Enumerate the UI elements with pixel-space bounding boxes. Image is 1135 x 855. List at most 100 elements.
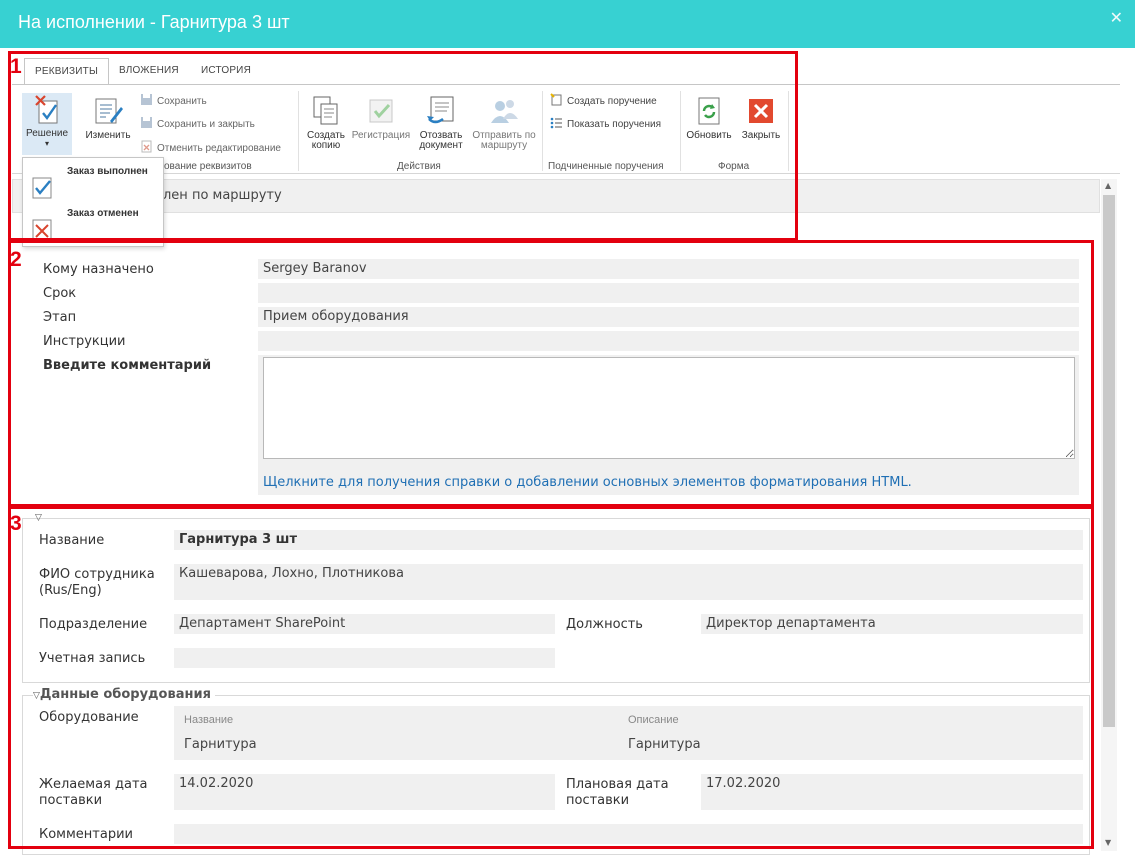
decision-dropdown: Заказ выполнен Заказ отменен xyxy=(22,157,164,247)
equipment-label: Оборудование xyxy=(39,710,139,725)
registration-label: Регистрация xyxy=(351,130,411,141)
cancel-edit-button[interactable]: Отменить редактирование xyxy=(140,140,281,154)
assigned-label: Кому назначено xyxy=(43,262,154,277)
save-label: Сохранить xyxy=(157,96,207,107)
ribbon: Решение ▾ Изменить Сохранить Сохранить и… xyxy=(12,84,1120,174)
order-done-label: Заказ выполнен xyxy=(67,166,148,177)
edit-label: Изменить xyxy=(85,130,131,141)
comment-area: Щелкните для получения справки о добавле… xyxy=(258,355,1079,495)
recall-label: Отозвать документ xyxy=(419,130,463,151)
employees-field: Кашеварова, Лохно, Плотникова xyxy=(174,564,1083,600)
position-field: Директор департамента xyxy=(701,614,1083,634)
desired-date-label: Желаемая дата поставки xyxy=(39,777,148,808)
create-copy-label: Создать копию xyxy=(306,130,345,151)
show-tasks-button[interactable]: Показать поручения xyxy=(550,116,661,130)
decision-label: Решение xyxy=(25,128,69,139)
cancel-edit-label: Отменить редактирование xyxy=(157,143,281,154)
name-field: Гарнитура 3 шт xyxy=(174,530,1083,550)
instructions-field xyxy=(258,331,1079,351)
comments-label: Комментарии xyxy=(39,827,133,842)
stage-field: Прием оборудования xyxy=(258,307,1079,327)
ribbon-separator xyxy=(542,91,543,171)
html-help-link[interactable]: Щелкните для получения справки о добавле… xyxy=(263,475,912,490)
department-label: Подразделение xyxy=(39,617,148,632)
check-icon xyxy=(32,177,52,199)
close-icon[interactable]: ✕ xyxy=(1110,8,1123,27)
scroll-up-icon[interactable]: ▲ xyxy=(1105,181,1111,190)
copy-icon xyxy=(313,96,338,125)
new-task-icon xyxy=(550,93,562,106)
cancel-edit-icon xyxy=(141,140,152,153)
account-label: Учетная запись xyxy=(39,651,146,666)
group-edit-label: ование реквизитов xyxy=(164,161,252,172)
status-text: лен по маршруту xyxy=(163,188,282,203)
collapse-triangle-icon[interactable]: ▽ xyxy=(33,691,40,701)
tab-attachments[interactable]: ВЛОЖЕНИЯ xyxy=(109,58,189,85)
save-close-label: Сохранить и закрыть xyxy=(157,119,255,130)
close-button[interactable]: Закрыть xyxy=(738,95,784,141)
tab-history[interactable]: ИСТОРИЯ xyxy=(191,58,261,85)
people-icon xyxy=(491,100,518,123)
stage-label: Этап xyxy=(43,310,77,325)
chevron-down-icon: ▾ xyxy=(44,139,49,148)
ribbon-separator xyxy=(788,91,789,171)
annotation-number-3: 3 xyxy=(10,512,22,535)
equipment-desc-cell: Гарнитура xyxy=(628,737,701,752)
order-cancelled-label: Заказ отменен xyxy=(67,208,139,219)
send-route-button[interactable]: Отправить по маршруту xyxy=(468,95,540,151)
registration-button[interactable]: Регистрация xyxy=(350,95,412,141)
decision-button[interactable]: Решение ▾ xyxy=(22,93,72,155)
window-titlebar: На исполнении - Гарнитура 3 шт ✕ xyxy=(0,0,1135,48)
planned-date-label: Плановая дата поставки xyxy=(566,777,669,808)
edit-button[interactable]: Изменить xyxy=(82,95,134,141)
cross-icon xyxy=(32,219,52,241)
tab-requisites[interactable]: РЕКВИЗИТЫ xyxy=(24,58,110,85)
send-route-label: Отправить по маршруту xyxy=(472,130,536,151)
refresh-label: Обновить xyxy=(686,130,732,141)
annotation-number-2: 2 xyxy=(10,248,22,271)
ribbon-separator xyxy=(298,91,299,171)
equipment-title-text: Данные оборудования xyxy=(39,687,211,702)
annotation-number-1: 1 xyxy=(10,55,22,78)
recall-button[interactable]: Отозвать документ xyxy=(416,95,466,151)
decision-icon xyxy=(35,95,58,124)
planned-date-field: 17.02.2020 xyxy=(701,774,1083,810)
vertical-scrollbar[interactable]: ▲ ▼ xyxy=(1101,179,1117,851)
assigned-field: Sergey Baranov xyxy=(258,259,1079,279)
recall-icon xyxy=(427,96,454,124)
col-desc-header: Описание xyxy=(628,714,679,726)
list-icon xyxy=(550,117,562,129)
registration-icon xyxy=(369,99,393,123)
save-close-icon xyxy=(141,117,152,128)
scroll-down-icon[interactable]: ▼ xyxy=(1105,838,1111,847)
refresh-icon xyxy=(698,97,720,125)
save-close-button[interactable]: Сохранить и закрыть xyxy=(140,116,255,130)
equipment-section-title[interactable]: ▽Данные оборудования xyxy=(33,687,215,702)
department-field: Департамент SharePoint xyxy=(174,614,555,634)
create-task-button[interactable]: Создать поручение xyxy=(550,93,657,107)
save-icon xyxy=(141,94,152,105)
desired-date-field: 14.02.2020 xyxy=(174,774,555,810)
refresh-button[interactable]: Обновить xyxy=(684,95,734,141)
due-field xyxy=(258,283,1079,303)
comment-input[interactable] xyxy=(263,357,1075,459)
equipment-table: Название Описание Гарнитура Гарнитура xyxy=(174,706,1083,760)
save-button[interactable]: Сохранить xyxy=(140,93,207,107)
comment-label: Введите комментарий xyxy=(43,358,212,373)
create-copy-button[interactable]: Создать копию xyxy=(304,95,348,151)
ribbon-separator xyxy=(680,91,681,171)
edit-icon xyxy=(95,98,123,124)
col-name-header: Название xyxy=(184,714,234,726)
group-form-label: Форма xyxy=(718,161,750,172)
due-label: Срок xyxy=(43,286,77,301)
equipment-name-cell: Гарнитура xyxy=(184,737,257,752)
instructions-label: Инструкции xyxy=(43,334,126,349)
order-cancelled-item[interactable]: Заказ отменен xyxy=(31,208,161,244)
account-field xyxy=(174,648,555,668)
order-done-item[interactable]: Заказ выполнен xyxy=(31,166,161,202)
show-tasks-label: Показать поручения xyxy=(567,119,662,130)
close-form-icon xyxy=(749,99,773,123)
scroll-thumb[interactable] xyxy=(1103,195,1115,727)
status-bar: лен по маршруту xyxy=(12,179,1100,213)
close-label: Закрыть xyxy=(741,130,781,141)
